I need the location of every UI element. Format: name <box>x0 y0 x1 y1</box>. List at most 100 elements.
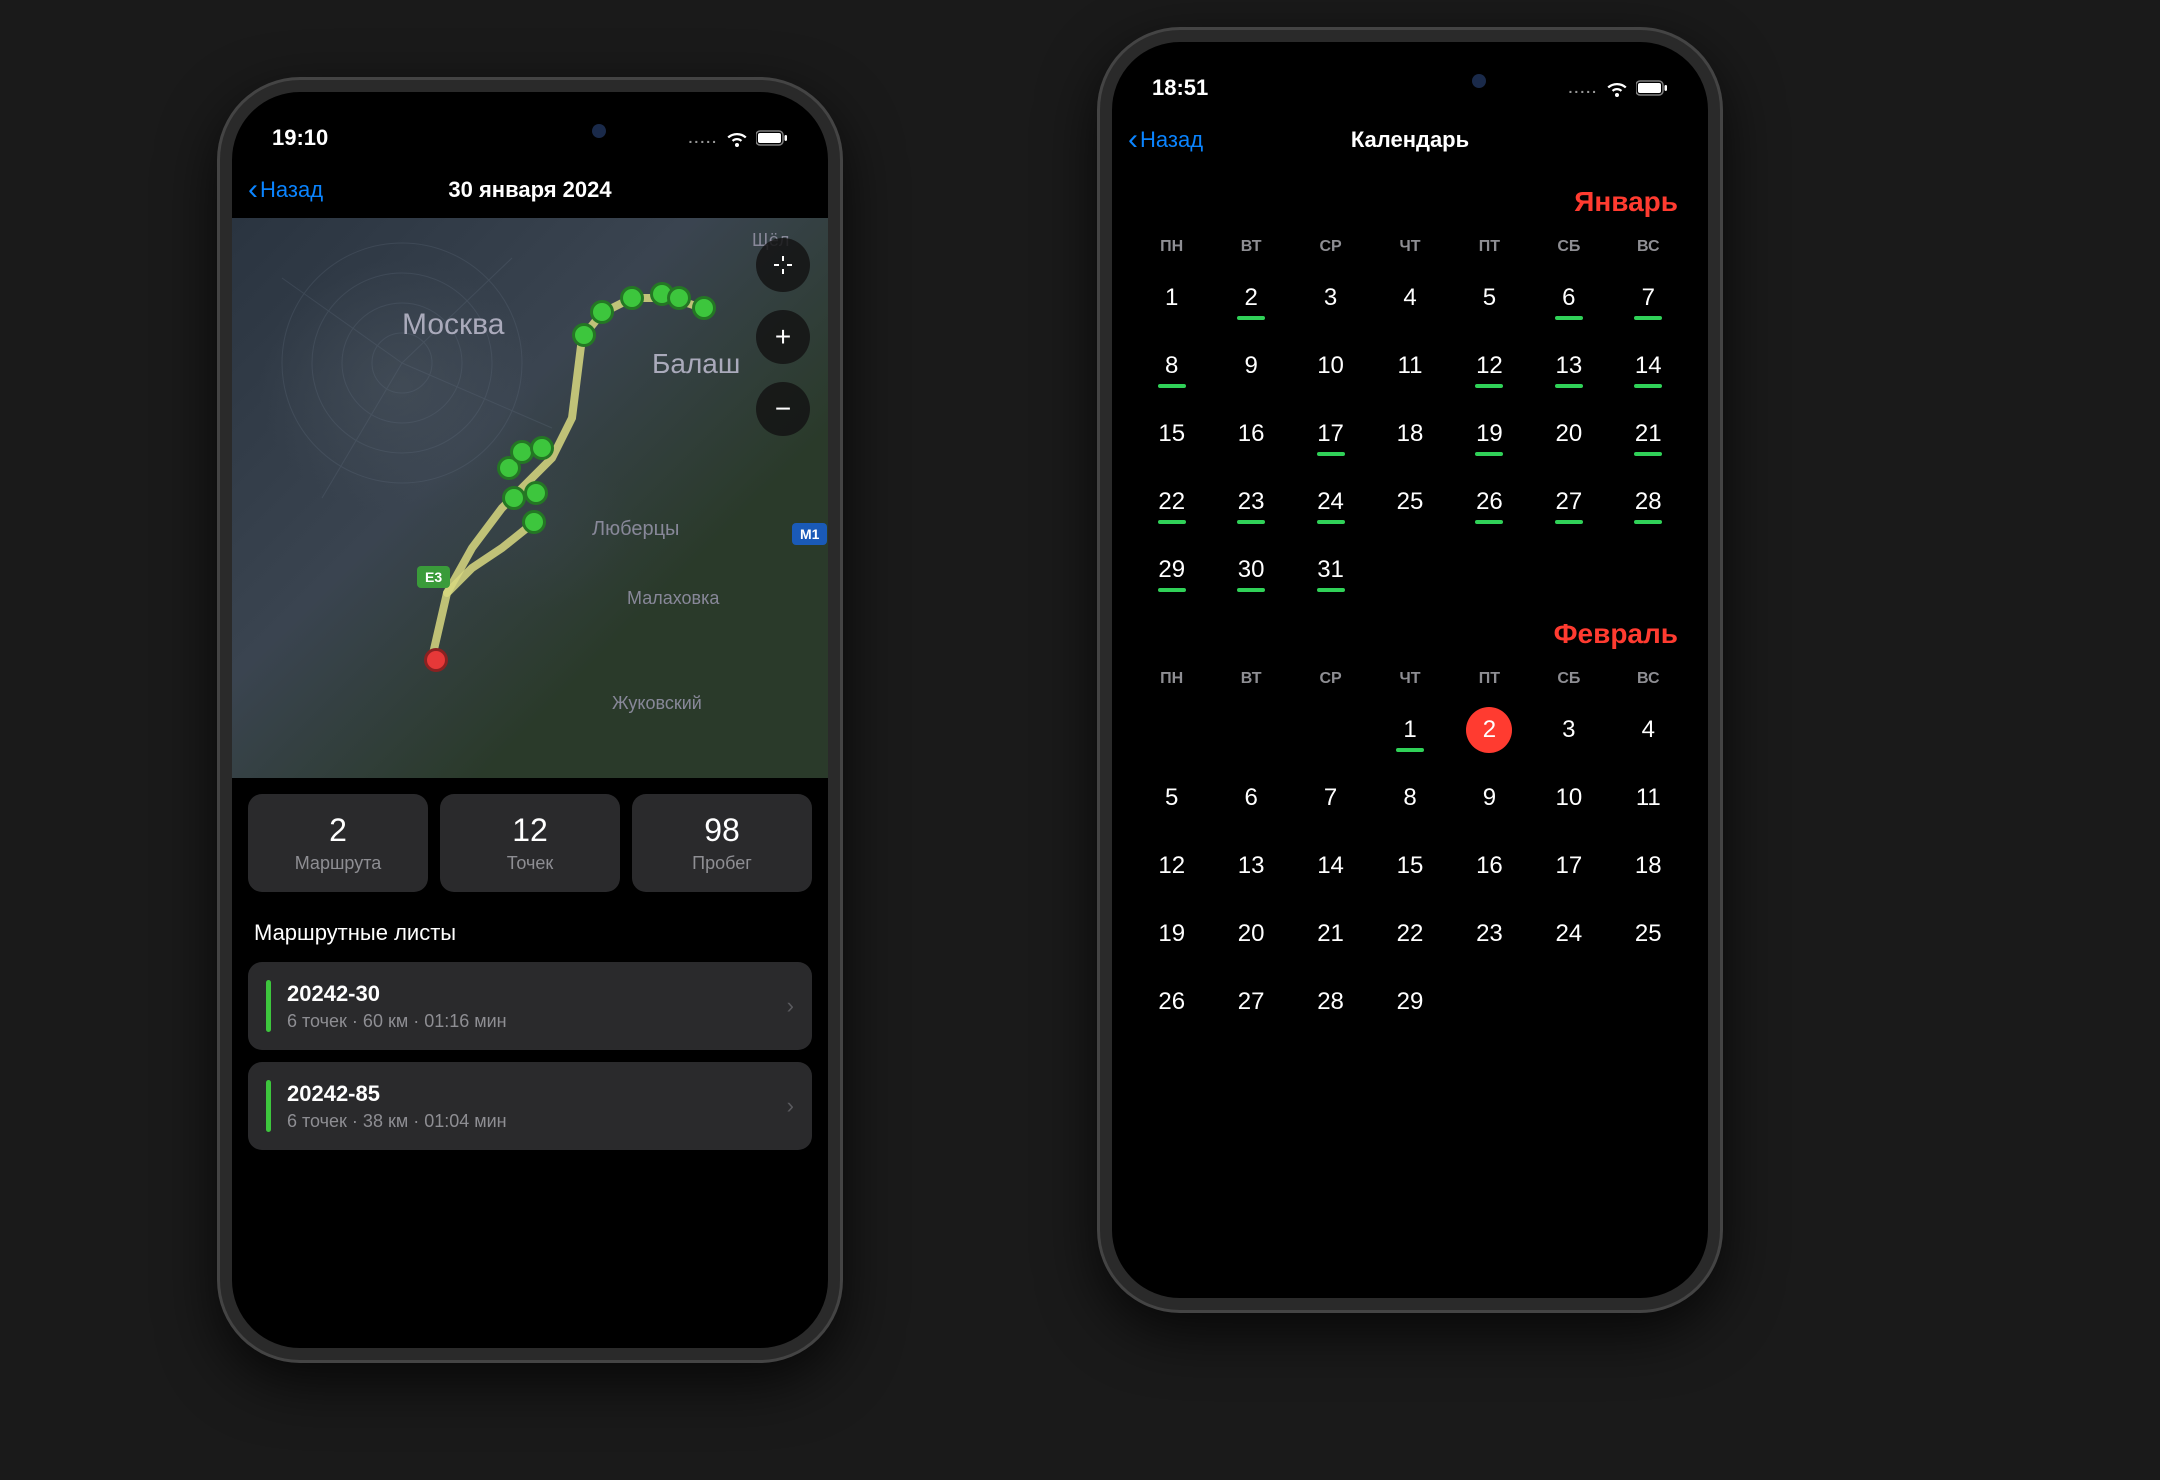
route-item[interactable]: 20242-85 6 точек · 38 км · 01:04 мин › <box>248 1062 812 1150</box>
day-cell[interactable]: 2 <box>1211 268 1290 328</box>
weekday-label: ЧТ <box>1370 238 1449 256</box>
map-pin-icon[interactable] <box>620 286 644 310</box>
day-cell[interactable]: 22 <box>1132 472 1211 532</box>
weekday-label: ПТ <box>1450 238 1529 256</box>
day-cell[interactable]: 6 <box>1529 268 1608 328</box>
day-cell[interactable]: 30 <box>1211 540 1290 600</box>
day-cell[interactable]: 16 <box>1211 404 1290 464</box>
day-cell[interactable]: 10 <box>1529 768 1608 828</box>
day-cell[interactable]: 14 <box>1609 336 1688 396</box>
map-view[interactable]: Москва Балаш Люберцы Малаховка Жуковский… <box>232 218 828 778</box>
day-cell[interactable]: 24 <box>1529 904 1608 964</box>
map-pin-icon[interactable] <box>522 510 546 534</box>
day-cell[interactable]: 15 <box>1132 404 1211 464</box>
day-number: 14 <box>1317 852 1344 880</box>
day-number: 15 <box>1397 852 1424 880</box>
map-pin-icon[interactable] <box>530 436 554 460</box>
day-cell[interactable]: 11 <box>1609 768 1688 828</box>
day-cell[interactable]: 20 <box>1529 404 1608 464</box>
day-cell[interactable]: 27 <box>1529 472 1608 532</box>
stat-mileage[interactable]: 98 Пробег <box>632 794 812 892</box>
day-cell[interactable]: 18 <box>1609 836 1688 896</box>
day-number: 9 <box>1483 784 1496 812</box>
day-number: 6 <box>1562 284 1575 312</box>
day-cell[interactable]: 25 <box>1370 472 1449 532</box>
day-cell[interactable]: 25 <box>1609 904 1688 964</box>
zoom-in-button[interactable]: + <box>756 310 810 364</box>
day-cell[interactable]: 11 <box>1370 336 1449 396</box>
day-cell[interactable]: 7 <box>1609 268 1688 328</box>
weekday-label: СР <box>1291 670 1370 688</box>
map-label-balashikha: Балаш <box>652 348 740 380</box>
day-cell[interactable]: 16 <box>1450 836 1529 896</box>
stat-routes[interactable]: 2 Маршрута <box>248 794 428 892</box>
day-cell[interactable]: 8 <box>1370 768 1449 828</box>
day-number: 12 <box>1158 852 1185 880</box>
day-cell[interactable]: 31 <box>1291 540 1370 600</box>
day-cell[interactable]: 13 <box>1211 836 1290 896</box>
day-cell[interactable]: 3 <box>1291 268 1370 328</box>
day-cell[interactable]: 1 <box>1132 268 1211 328</box>
day-cell[interactable]: 10 <box>1291 336 1370 396</box>
day-cell[interactable]: 14 <box>1291 836 1370 896</box>
day-cell[interactable]: 19 <box>1132 904 1211 964</box>
zoom-out-button[interactable]: − <box>756 382 810 436</box>
map-pin-end-icon[interactable] <box>424 648 448 672</box>
day-cell[interactable]: 12 <box>1450 336 1529 396</box>
phone-calendar-screen: 18:51 ..... ‹ Назад Календарь ЯнварьПНВТ… <box>1100 30 1720 1310</box>
day-cell[interactable]: 9 <box>1450 768 1529 828</box>
day-cell[interactable]: 5 <box>1450 268 1529 328</box>
day-cell[interactable]: 17 <box>1529 836 1608 896</box>
day-cell[interactable]: 23 <box>1211 472 1290 532</box>
day-cell[interactable]: 8 <box>1132 336 1211 396</box>
back-button[interactable]: ‹ Назад <box>1128 123 1203 157</box>
map-pin-icon[interactable] <box>692 296 716 320</box>
day-cell[interactable]: 23 <box>1450 904 1529 964</box>
stat-points[interactable]: 12 Точек <box>440 794 620 892</box>
day-cell[interactable]: 26 <box>1132 972 1211 1032</box>
back-button[interactable]: ‹ Назад <box>248 173 323 207</box>
map-pin-icon[interactable] <box>524 481 548 505</box>
map-center-button[interactable] <box>756 238 810 292</box>
stat-label: Пробег <box>640 853 804 874</box>
day-cell[interactable]: 6 <box>1211 768 1290 828</box>
day-cell[interactable]: 4 <box>1609 700 1688 760</box>
day-cell[interactable]: 24 <box>1291 472 1370 532</box>
weekday-label: ВТ <box>1211 670 1290 688</box>
day-cell[interactable]: 27 <box>1211 972 1290 1032</box>
day-cell[interactable]: 4 <box>1370 268 1449 328</box>
day-number: 9 <box>1244 352 1257 380</box>
day-cell[interactable]: 19 <box>1450 404 1529 464</box>
day-cell[interactable]: 28 <box>1609 472 1688 532</box>
map-pin-icon[interactable] <box>667 286 691 310</box>
day-cell[interactable]: 21 <box>1291 904 1370 964</box>
day-cell[interactable]: 28 <box>1291 972 1370 1032</box>
day-cell[interactable]: 17 <box>1291 404 1370 464</box>
map-pin-icon[interactable] <box>572 323 596 347</box>
day-cell[interactable]: 5 <box>1132 768 1211 828</box>
day-cell[interactable]: 3 <box>1529 700 1608 760</box>
day-cell[interactable]: 2 <box>1450 700 1529 760</box>
day-number: 16 <box>1238 420 1265 448</box>
map-pin-icon[interactable] <box>590 300 614 324</box>
day-cell[interactable]: 7 <box>1291 768 1370 828</box>
day-cell[interactable]: 21 <box>1609 404 1688 464</box>
day-number: 31 <box>1317 556 1344 584</box>
day-cell[interactable]: 12 <box>1132 836 1211 896</box>
day-cell[interactable]: 18 <box>1370 404 1449 464</box>
day-cell[interactable]: 13 <box>1529 336 1608 396</box>
route-item[interactable]: 20242-30 6 точек · 60 км · 01:16 мин › <box>248 962 812 1050</box>
day-number: 21 <box>1635 420 1662 448</box>
day-cell[interactable]: 15 <box>1370 836 1449 896</box>
day-number: 10 <box>1556 784 1583 812</box>
day-cell[interactable]: 26 <box>1450 472 1529 532</box>
map-pin-icon[interactable] <box>502 486 526 510</box>
day-cell[interactable]: 20 <box>1211 904 1290 964</box>
day-number: 23 <box>1476 920 1503 948</box>
day-cell[interactable]: 9 <box>1211 336 1290 396</box>
day-cell[interactable]: 1 <box>1370 700 1449 760</box>
day-cell[interactable]: 29 <box>1132 540 1211 600</box>
day-cell[interactable]: 22 <box>1370 904 1449 964</box>
day-cell[interactable]: 29 <box>1370 972 1449 1032</box>
calendar-body[interactable]: ЯнварьПНВТСРЧТПТСБВС12345678910111213141… <box>1112 168 1708 1032</box>
